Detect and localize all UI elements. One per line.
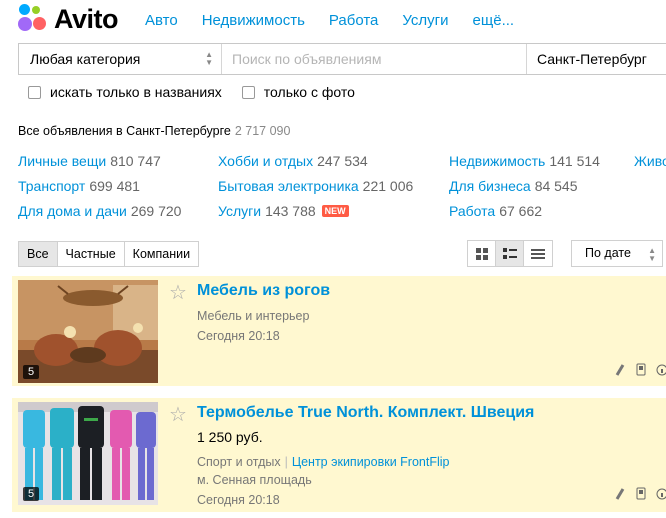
listing-category-line: Спорт и отдых | Центр экипировки FrontFlip	[197, 455, 449, 469]
info-icon	[656, 363, 666, 376]
filter-all[interactable]: Все	[19, 242, 58, 266]
nav-link-jobs[interactable]: Работа	[329, 12, 379, 29]
category-link[interactable]: Услуги	[218, 203, 261, 219]
grid-view-button[interactable]	[468, 241, 496, 266]
category-link[interactable]: Работа	[449, 203, 495, 219]
sort-select[interactable]: По дате ▲ ▼	[571, 240, 663, 267]
category-item: Для дома и дачи 269 720	[18, 203, 181, 219]
filter-companies[interactable]: Компании	[124, 242, 199, 266]
listing-item[interactable]: 5 ☆ Мебель из рогов Мебель и интерьер Се…	[12, 276, 666, 386]
delivery-icon	[614, 487, 626, 500]
search-options: искать только в названиях только с фото	[28, 84, 375, 100]
top-nav: Авто Недвижимость Работа Услуги ещё...	[145, 12, 538, 29]
only-photo-label: только с фото	[263, 84, 355, 100]
avito-logo[interactable]: Avito	[18, 3, 128, 35]
category-count: 84 545	[534, 178, 578, 194]
category-item: Недвижимость 141 514	[449, 153, 600, 169]
only-titles-checkbox[interactable]: искать только в названиях	[28, 84, 222, 100]
only-titles-label: искать только в названиях	[50, 84, 222, 100]
separator: |	[284, 455, 288, 469]
logo-text: Avito	[54, 4, 119, 34]
category-count: 810 747	[110, 153, 161, 169]
listing-price: 1 250 руб.	[197, 429, 263, 445]
listing-date: Сегодня 20:18	[197, 329, 280, 343]
favorite-star-icon[interactable]: ☆	[169, 280, 187, 305]
seller-filter: Все Частные Компании	[18, 241, 200, 267]
category-link[interactable]: Для бизнеса	[449, 178, 531, 194]
filter-private[interactable]: Частные	[57, 242, 125, 266]
category-item: Бытовая электроника 221 006	[218, 178, 413, 194]
category-count: 141 514	[549, 153, 600, 169]
header: Avito Авто Недвижимость Работа Услуги ещ…	[0, 0, 666, 44]
category-item: Работа 67 662	[449, 203, 542, 219]
listing-title[interactable]: Мебель из рогов	[197, 282, 330, 300]
category-link[interactable]: Бытовая электроника	[218, 178, 359, 194]
category-select-value: Любая категория	[30, 51, 141, 67]
listing-photo[interactable]: 5	[18, 402, 158, 505]
search-bar: Любая категория ▲▼ Санкт-Петербург	[18, 43, 666, 75]
logo-dots-icon	[18, 3, 48, 33]
only-photo-checkbox[interactable]: только с фото	[241, 84, 355, 100]
category-link[interactable]: Для дома и дачи	[18, 203, 127, 219]
category-count: 67 662	[499, 203, 543, 219]
phone-icon	[635, 487, 647, 500]
category-select[interactable]: Любая категория ▲ ▼	[19, 44, 222, 74]
category-item: Транспорт 699 481	[18, 178, 140, 194]
select-arrows-icon: ▲ ▼	[205, 50, 213, 67]
listing-icons	[614, 363, 666, 376]
listing-category: Мебель и интерьер	[197, 309, 310, 323]
city-select[interactable]: Санкт-Петербург	[526, 44, 666, 74]
category-link[interactable]: Хобби и отдых	[218, 153, 313, 169]
category-link[interactable]: Личные вещи	[18, 153, 106, 169]
category-item: Живо	[634, 153, 666, 169]
photo-count-badge: 5	[23, 487, 39, 501]
category-link[interactable]: Транспорт	[18, 178, 85, 194]
grid-icon	[475, 247, 488, 260]
listing-icons	[614, 487, 666, 500]
search-input[interactable]	[222, 44, 526, 74]
checkbox-box[interactable]	[28, 85, 41, 99]
summary-label: Все объявления в Санкт-Петербурге	[18, 124, 231, 138]
category-item: Для бизнеса 84 545	[449, 178, 578, 194]
photo-count-badge: 5	[23, 365, 39, 379]
category-item: Хобби и отдых 247 534	[218, 153, 368, 169]
lines-icon	[531, 248, 545, 259]
listing-item[interactable]: 5 ☆ Термобелье True North. Комплект. Шве…	[12, 398, 666, 512]
category-item: Личные вещи 810 747	[18, 153, 161, 169]
compact-view-button[interactable]	[524, 241, 552, 266]
thermal-underwear-photo	[18, 402, 158, 505]
nav-link-services[interactable]: Услуги	[402, 12, 448, 29]
nav-link-auto[interactable]: Авто	[145, 12, 178, 29]
category-count: 247 534	[317, 153, 368, 169]
new-badge: NEW	[321, 205, 349, 217]
shop-link[interactable]: Центр экипировки FrontFlip	[292, 455, 450, 469]
antler-furniture-photo	[18, 280, 158, 383]
nav-link-more[interactable]: ещё...	[473, 12, 515, 29]
list-icon	[502, 247, 517, 259]
category-count: 143 788	[265, 203, 316, 219]
listing-date: Сегодня 20:18	[197, 493, 280, 507]
listing-category: Спорт и отдых	[197, 455, 281, 469]
summary-count: 2 717 090	[234, 124, 291, 138]
favorite-star-icon[interactable]: ☆	[169, 402, 187, 427]
category-link[interactable]: Живо	[634, 153, 666, 169]
list-view-button[interactable]	[496, 241, 524, 266]
all-listings-summary: Все объявления в Санкт-Петербурге 2 717 0…	[18, 124, 290, 138]
view-switcher	[467, 240, 553, 267]
category-count: 221 006	[362, 178, 414, 194]
listing-title[interactable]: Термобелье True North. Комплект. Швеция	[197, 404, 534, 422]
nav-link-realty[interactable]: Недвижимость	[202, 12, 305, 29]
info-icon	[656, 487, 666, 500]
select-arrows-icon: ▲ ▼	[648, 246, 656, 263]
category-count: 699 481	[89, 178, 140, 194]
category-count: 269 720	[130, 203, 182, 219]
category-link[interactable]: Недвижимость	[449, 153, 545, 169]
listing-location: м. Сенная площадь	[197, 473, 312, 487]
delivery-icon	[614, 363, 626, 376]
checkbox-box[interactable]	[241, 85, 255, 99]
sort-value: По дате	[585, 246, 631, 260]
listing-photo[interactable]: 5	[18, 280, 158, 383]
category-item: Услуги 143 788 NEW	[218, 203, 349, 219]
phone-icon	[635, 363, 647, 376]
